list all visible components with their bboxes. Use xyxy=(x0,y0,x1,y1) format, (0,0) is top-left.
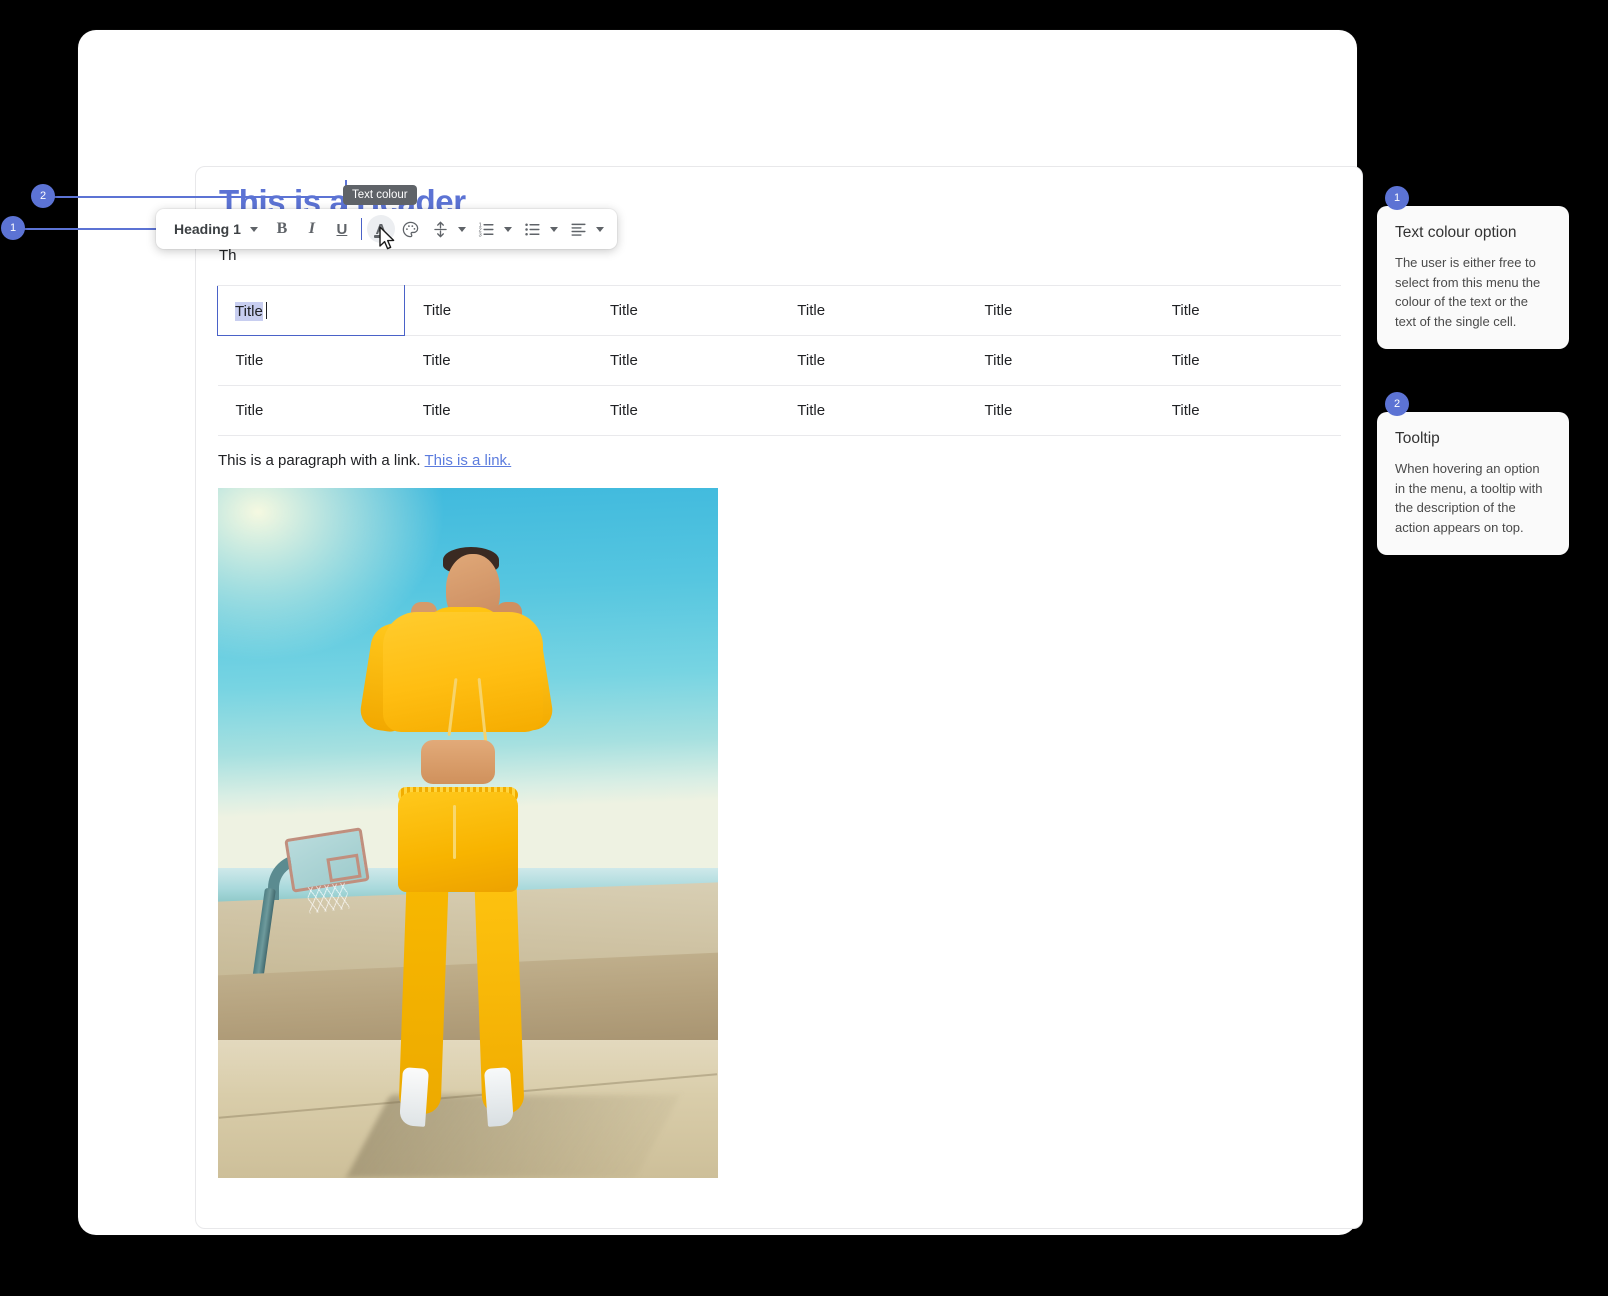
table-cell[interactable]: Title xyxy=(592,335,780,386)
underline-icon: U xyxy=(336,220,348,238)
table-cell[interactable]: Title xyxy=(779,285,967,336)
table-cell[interactable]: Title xyxy=(1153,385,1341,436)
document-table: Title Title Title Title Title Title Titl… xyxy=(216,285,1341,436)
bullet-list-icon xyxy=(525,222,540,236)
annotation-card-1-body: The user is either free to select from t… xyxy=(1395,255,1541,329)
annotation-marker-1[interactable]: 1 xyxy=(1,216,25,240)
table-cell-active[interactable]: Title xyxy=(216,285,406,336)
mouse-cursor-icon xyxy=(379,226,395,250)
figure-midriff xyxy=(420,739,495,784)
bold-icon: B xyxy=(276,220,288,237)
figure-boot-left xyxy=(398,1066,429,1127)
italic-button[interactable]: I xyxy=(298,215,326,243)
annotation-marker-2[interactable]: 2 xyxy=(31,184,55,208)
table-cell[interactable]: Title xyxy=(592,385,780,436)
annotation-card-2-badge-label: 2 xyxy=(1393,398,1401,410)
toolbar-divider xyxy=(360,218,362,240)
bullet-list-chevron-down-icon[interactable] xyxy=(549,226,558,232)
table-cell[interactable]: Title xyxy=(592,285,780,336)
annotation-card-1-badge-label: 1 xyxy=(1393,192,1401,204)
table-cell[interactable]: Title xyxy=(217,385,405,436)
table-cell[interactable]: Title xyxy=(1153,335,1341,386)
annotation-marker-1-label: 1 xyxy=(9,222,17,234)
table-cell[interactable]: Title xyxy=(404,385,592,436)
table-cell-text: Title xyxy=(235,301,263,321)
annotation-card-2-badge: 2 xyxy=(1385,392,1409,416)
table-row: Title Title Title Title Title Title xyxy=(217,385,1341,436)
bold-button[interactable]: B xyxy=(268,215,296,243)
annotation-line-2 xyxy=(54,196,346,198)
table-cell[interactable]: Title xyxy=(966,285,1154,336)
annotation-marker-2-label: 2 xyxy=(39,190,47,202)
palette-icon xyxy=(403,221,419,237)
line-spacing-icon xyxy=(434,220,448,238)
annotation-card-1: Text colour option The user is either fr… xyxy=(1377,206,1569,350)
italic-icon: I xyxy=(308,220,316,237)
table-cell[interactable]: Title xyxy=(1153,285,1341,336)
document-card: This is a Header Th Title Title Title Ti… xyxy=(195,166,1363,1229)
numbered-list-button[interactable]: 1 2 3 xyxy=(473,215,501,243)
table-cell[interactable]: Title xyxy=(217,335,405,386)
svg-text:3: 3 xyxy=(479,232,482,238)
table-cell[interactable]: Title xyxy=(779,385,967,436)
basketball-net-icon xyxy=(306,882,350,914)
table-cell[interactable]: Title xyxy=(404,335,592,386)
tooltip: Text colour xyxy=(343,185,417,205)
figure-pants xyxy=(398,791,518,892)
heading-style-dropdown[interactable]: Heading 1 xyxy=(164,214,266,244)
table-cell[interactable]: Title xyxy=(404,285,592,336)
chevron-down-icon[interactable] xyxy=(249,226,258,232)
figure-pant-string xyxy=(453,805,456,860)
document-paragraph: This is a paragraph with a link. This is… xyxy=(218,452,511,469)
tooltip-label: Text colour xyxy=(352,189,408,201)
highlight-colour-button[interactable] xyxy=(397,215,425,243)
line-spacing-button[interactable] xyxy=(427,215,455,243)
line-spacing-chevron-down-icon[interactable] xyxy=(457,226,466,232)
text-caret xyxy=(265,301,268,319)
document-image[interactable] xyxy=(218,488,718,1178)
annotation-card-2-title: Tooltip xyxy=(1395,430,1440,447)
document-subline: Th xyxy=(219,247,237,264)
annotation-card-1-title: Text colour option xyxy=(1395,224,1517,241)
table-row: Title Title Title Title Title Title xyxy=(217,335,1341,386)
annotation-card-1-badge: 1 xyxy=(1385,186,1409,210)
screenshot-stage: This is a Header Th Title Title Title Ti… xyxy=(0,0,1608,1296)
paragraph-text: This is a paragraph with a link. xyxy=(218,452,421,469)
paragraph-link[interactable]: This is a link. xyxy=(425,452,512,469)
align-chevron-down-icon[interactable] xyxy=(595,226,604,232)
bullet-list-button[interactable] xyxy=(519,215,547,243)
table-cell[interactable]: Title xyxy=(966,385,1154,436)
figure-hoodie xyxy=(383,612,543,733)
figure-boot-right xyxy=(483,1066,514,1127)
table-cell[interactable]: Title xyxy=(966,335,1154,386)
align-left-icon xyxy=(571,223,586,236)
heading-style-label: Heading 1 xyxy=(174,221,241,237)
numbered-list-chevron-down-icon[interactable] xyxy=(503,226,512,232)
align-button[interactable] xyxy=(565,215,593,243)
underline-button[interactable]: U xyxy=(328,215,356,243)
backboard-square-icon xyxy=(326,853,362,883)
annotation-card-2: Tooltip When hovering an option in the m… xyxy=(1377,412,1569,556)
table-row: Title Title Title Title Title Title xyxy=(216,285,1341,336)
table-cell[interactable]: Title xyxy=(779,335,967,386)
numbered-list-icon: 1 2 3 xyxy=(479,222,494,238)
annotation-card-2-body: When hovering an option in the menu, a t… xyxy=(1395,461,1543,535)
